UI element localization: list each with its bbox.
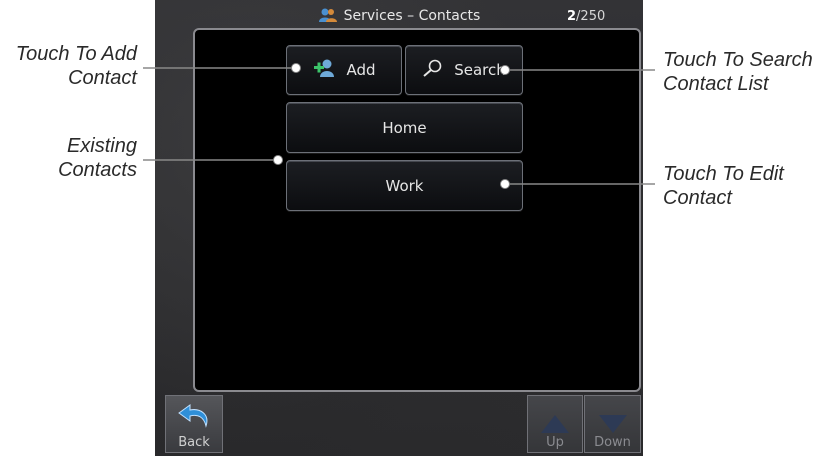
device-screen: Services – Contacts 2/250 Add Search Hom… [155,0,643,456]
softkey-bar: Back Up Down [155,395,643,456]
contacts-panel: Add Search Home Work [193,28,641,392]
people-icon [318,7,338,27]
contact-item-home[interactable]: Home [286,102,523,153]
page-counter: 2/250 [567,9,605,24]
up-button[interactable]: Up [527,395,583,453]
callout-existing-line1: Existing [66,135,137,157]
contact-item-work[interactable]: Work [286,160,523,211]
callout-edit-line1: Touch To Edit [663,163,784,185]
contact-item-label: Home [382,118,427,137]
title-bar: Services – Contacts 2/250 [155,0,643,28]
down-button[interactable]: Down [584,395,641,453]
back-arrow-icon [176,404,212,434]
callout-existing-line2: Contacts [58,159,137,181]
page-title-text: Services – Contacts [343,8,481,24]
callout-search-line2: Contact List [663,73,769,95]
add-contact-button[interactable]: Add [286,45,402,95]
callout-edit-contact: Touch To Edit Contact [663,162,784,210]
down-label: Down [594,435,631,450]
callout-edit-line2: Contact [663,187,732,209]
add-contact-icon [312,58,336,82]
add-button-label: Add [346,61,376,79]
callout-add-contact: Touch To Add Contact [16,42,137,90]
search-contact-button[interactable]: Search [405,45,523,95]
up-label: Up [546,435,564,450]
search-icon [422,59,444,81]
search-button-label: Search [454,61,506,79]
contact-item-label: Work [385,176,424,195]
callout-search-contact: Touch To Search Contact List [663,48,813,96]
callout-add-line2: Contact [68,67,137,89]
back-button[interactable]: Back [165,395,223,453]
page-current: 2 [567,9,577,24]
back-label: Back [178,435,210,450]
callout-add-line1: Touch To Add [15,43,137,65]
callout-search-line1: Touch To Search [663,49,813,71]
page-total: /250 [576,9,606,24]
callout-existing-contacts: Existing Contacts [58,134,137,182]
